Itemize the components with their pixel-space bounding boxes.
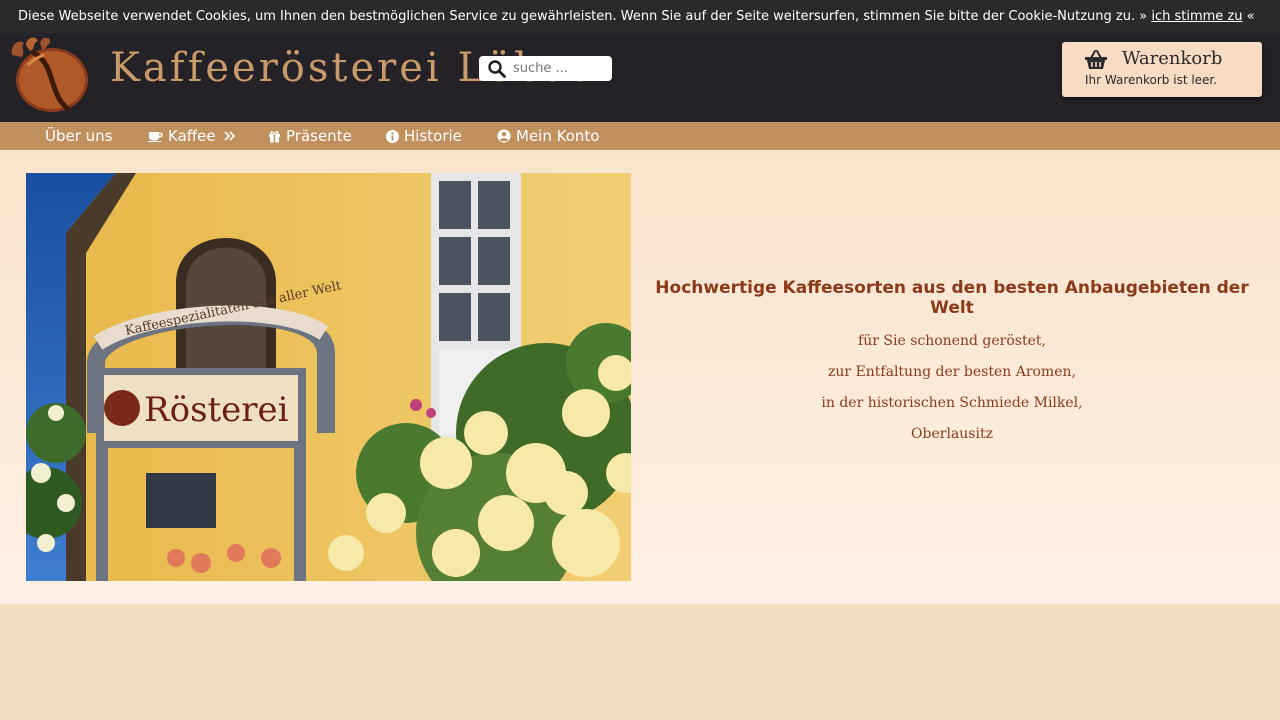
coffee-bean-logo-icon[interactable]	[4, 35, 90, 115]
main-navigation: Über uns Kaffee Präsente Historie Mein K…	[0, 122, 1280, 150]
nav-item-label: Mein Konto	[516, 127, 600, 145]
cart-widget[interactable]: Warenkorb Ihr Warenkorb ist leer.	[1062, 42, 1262, 97]
nav-item-mein-konto[interactable]: Mein Konto	[497, 122, 599, 150]
nav-item-kaffee[interactable]: Kaffee	[148, 122, 236, 150]
site-header: Kaffeerösterei Löbau Warenkorb Ihr Waren…	[0, 33, 1280, 122]
info-icon	[386, 129, 399, 143]
hero-text-block: Hochwertige Kaffeesorten aus den besten …	[640, 278, 1264, 450]
hero-line: für Sie schonend geröstet,	[858, 333, 1046, 349]
cart-title: Warenkorb	[1122, 48, 1223, 69]
user-circle-icon	[497, 129, 511, 143]
cart-status: Ihr Warenkorb ist leer.	[1085, 73, 1218, 87]
hero-section: Kaffeespezialitäten aus aller Welt Röste…	[0, 150, 1280, 604]
roastery-photo: Kaffeespezialitäten aus aller Welt Röste…	[26, 173, 631, 581]
double-chevron-right-icon	[223, 131, 235, 141]
nav-item-historie[interactable]: Historie	[386, 122, 462, 150]
hero-line: zur Entfaltung der besten Aromen,	[828, 364, 1076, 380]
nav-item-ueber-uns[interactable]: Über uns	[45, 122, 113, 150]
cookie-message: Diese Webseite verwendet Cookies, um Ihn…	[18, 9, 1148, 24]
nav-item-label: Über uns	[45, 127, 113, 145]
cookie-agree-link[interactable]: ich stimme zu	[1151, 9, 1242, 24]
shopping-basket-icon	[1085, 50, 1107, 69]
search-input[interactable]	[513, 56, 607, 81]
nav-item-label: Kaffee	[168, 127, 216, 145]
hero-headline: Hochwertige Kaffeesorten aus den besten …	[655, 278, 1249, 318]
cookie-banner: Diese Webseite verwendet Cookies, um Ihn…	[0, 0, 1280, 33]
search-icon[interactable]	[488, 60, 506, 78]
nav-item-praesente[interactable]: Präsente	[268, 122, 352, 150]
hero-line: Oberlausitz	[911, 426, 993, 442]
search-box[interactable]	[479, 56, 612, 81]
nav-item-label: Historie	[404, 127, 462, 145]
gift-icon	[269, 130, 280, 142]
coffee-cup-icon	[148, 132, 163, 142]
cookie-suffix: «	[1246, 9, 1255, 24]
nav-item-label: Präsente	[286, 127, 352, 145]
photo-sign-text: Rösterei	[144, 390, 289, 430]
hero-line: in der historischen Schmiede Milkel,	[821, 395, 1083, 411]
